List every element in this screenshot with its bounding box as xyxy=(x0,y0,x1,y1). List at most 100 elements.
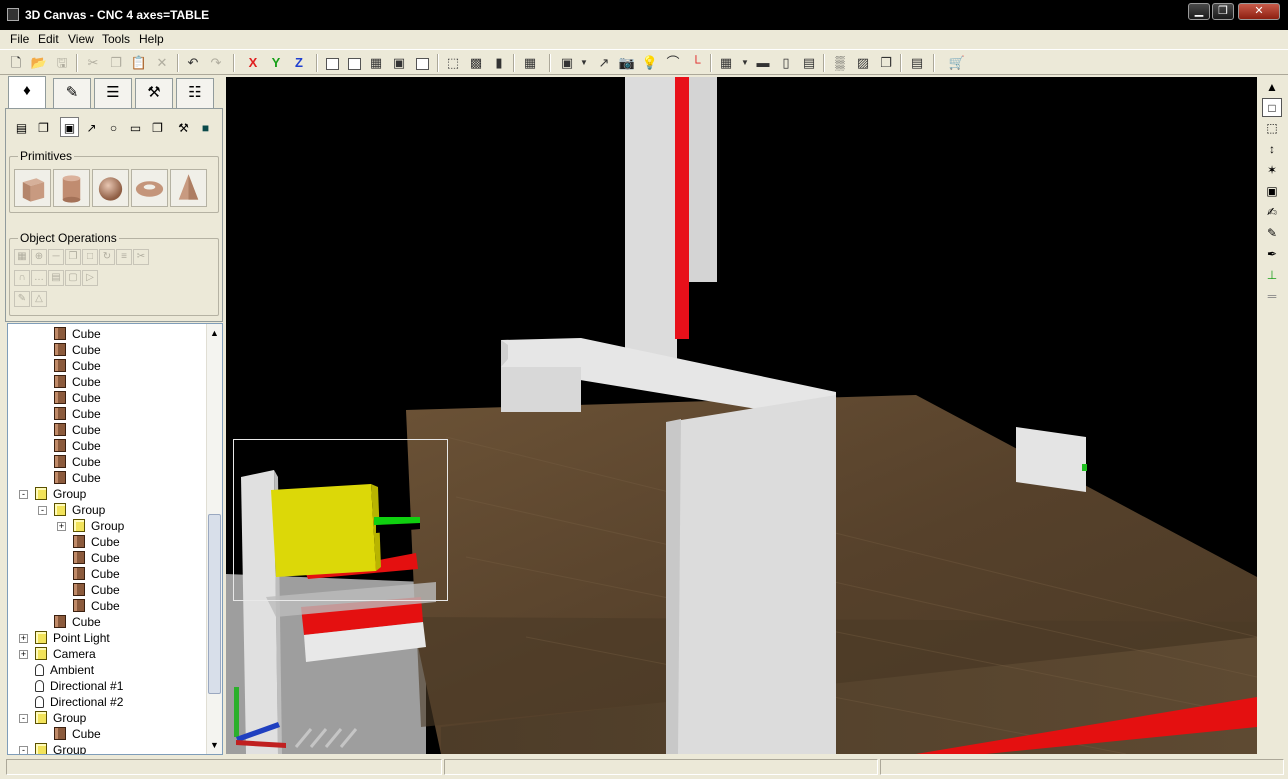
layers-icon[interactable]: ❐ xyxy=(34,117,53,137)
grid-op-icon[interactable]: ▦ xyxy=(14,249,30,265)
camera-tool-icon[interactable]: ▭ xyxy=(126,117,145,137)
mobile-icon[interactable]: ▯ xyxy=(776,53,796,72)
tree-item[interactable]: Camera xyxy=(35,646,96,662)
dots-op-icon[interactable]: … xyxy=(31,270,47,286)
tree-item[interactable]: Cube xyxy=(73,550,120,566)
paste-icon[interactable]: 📋 xyxy=(129,53,149,72)
tree-item[interactable]: Cube xyxy=(73,582,120,598)
object-dropdown-icon[interactable]: ▣ xyxy=(557,53,577,72)
viewport-3d[interactable] xyxy=(226,77,1257,754)
table-op-icon[interactable]: ▤ xyxy=(48,270,64,286)
tree-toggle[interactable]: - xyxy=(19,714,28,723)
scroll-up-icon[interactable]: ▲ xyxy=(210,328,219,338)
tree-item[interactable]: Directional #1 xyxy=(35,678,123,694)
menu-file[interactable]: File xyxy=(8,31,31,47)
bin-icon[interactable]: ▤ xyxy=(799,53,819,72)
scroll-thumb[interactable] xyxy=(208,514,221,694)
frame-op-icon[interactable]: ▢ xyxy=(65,270,81,286)
circle-grid-op-icon[interactable]: ⊕ xyxy=(31,249,47,265)
tree-item[interactable]: Cube xyxy=(54,358,101,374)
cylinder-primitive-button[interactable] xyxy=(53,169,90,207)
disk-icon[interactable]: ▤ xyxy=(12,117,31,137)
undo-icon[interactable]: ↶ xyxy=(183,53,203,72)
menu-view[interactable]: View xyxy=(66,31,96,47)
copy-op-icon[interactable]: ❐ xyxy=(65,249,81,265)
move-vertical-icon[interactable]: ↕ xyxy=(1262,140,1282,159)
select-box-icon[interactable]: □ xyxy=(1262,98,1282,117)
gradient-icon[interactable]: ▒ xyxy=(830,53,850,72)
cart-icon[interactable]: 🛒 xyxy=(947,53,967,72)
tree-item[interactable]: Cube xyxy=(54,406,101,422)
arc-op-icon[interactable]: ∩ xyxy=(14,270,30,286)
menu-tools[interactable]: Tools xyxy=(100,31,132,47)
minimize-button[interactable]: ▁ xyxy=(1188,3,1210,20)
tab-select[interactable]: ♦ xyxy=(8,76,46,109)
chevron-down-icon-2[interactable]: ▼ xyxy=(739,53,751,72)
tab-paint[interactable]: ✎ xyxy=(53,78,91,108)
tree-item[interactable]: Cube xyxy=(54,374,101,390)
windows-icon[interactable]: ❐ xyxy=(876,53,896,72)
tree-toggle[interactable]: - xyxy=(38,506,47,515)
monitor-icon[interactable]: ■ xyxy=(196,117,215,137)
tree-toggle[interactable]: + xyxy=(57,522,66,531)
checker-icon[interactable]: ▦ xyxy=(520,53,540,72)
menu-help[interactable]: Help xyxy=(137,31,166,47)
rotate-op-icon[interactable]: ↻ xyxy=(99,249,115,265)
redo-icon[interactable]: ↷ xyxy=(206,53,226,72)
torus-primitive-button[interactable] xyxy=(131,169,168,207)
cut-icon[interactable]: ✂ xyxy=(83,53,103,72)
landscape-icon[interactable]: ▨ xyxy=(853,53,873,72)
tree-item[interactable]: Group xyxy=(35,710,86,726)
menu-edit[interactable]: Edit xyxy=(36,31,61,47)
chevron-down-icon[interactable]: ▼ xyxy=(578,53,590,72)
joint-tool-icon[interactable]: ↗ xyxy=(82,117,101,137)
marquee-icon[interactable]: ⬚ xyxy=(1262,119,1282,138)
tree-item[interactable]: Cube xyxy=(54,422,101,438)
sphere-primitive-button[interactable] xyxy=(92,169,129,207)
tree-scrollbar[interactable]: ▲ ▼ xyxy=(206,324,222,754)
tree-item[interactable]: Cube xyxy=(54,614,101,630)
paint-bucket-icon[interactable]: ✎ xyxy=(1262,224,1282,243)
box-view-icon[interactable]: ⬚ xyxy=(443,53,463,72)
play-op-icon[interactable]: ▷ xyxy=(82,270,98,286)
camera-icon[interactable]: 📷 xyxy=(617,53,637,72)
cone-primitive-button[interactable] xyxy=(170,169,207,207)
axis-x-button[interactable]: X xyxy=(243,53,263,72)
line-op-icon[interactable]: ─ xyxy=(48,249,64,265)
tree-item[interactable]: Cube xyxy=(73,534,120,550)
tree-item[interactable]: Group xyxy=(73,518,124,534)
axis-z-button[interactable]: Z xyxy=(289,53,309,72)
cone-op-icon[interactable]: △ xyxy=(31,291,47,307)
tree-toggle[interactable]: - xyxy=(19,490,28,499)
eyedropper-icon[interactable]: ✒ xyxy=(1262,245,1282,264)
tab-tools[interactable]: ⚒ xyxy=(135,78,173,108)
texture-view-icon[interactable]: ▩ xyxy=(466,53,486,72)
dup-op-icon[interactable]: ≡ xyxy=(116,249,132,265)
new-file-icon[interactable]: 🗋 xyxy=(6,53,26,72)
tree-item[interactable]: Cube xyxy=(73,598,120,614)
render-icon[interactable]: ▮ xyxy=(489,53,509,72)
tree-toggle[interactable]: - xyxy=(19,746,28,754)
tab-objects[interactable]: ☰ xyxy=(94,78,132,108)
pattern-icon[interactable]: ▦ xyxy=(716,53,736,72)
view-front-icon[interactable] xyxy=(322,53,342,72)
frame-select-icon[interactable]: ▣ xyxy=(1262,182,1282,201)
maximize-button[interactable]: ❐ xyxy=(1212,3,1234,20)
open-folder-icon[interactable]: 📂 xyxy=(29,53,49,72)
tree-item[interactable]: Cube xyxy=(54,454,101,470)
tree-item[interactable]: Cube xyxy=(54,390,101,406)
tree-toggle[interactable]: + xyxy=(19,650,28,659)
pointer-icon[interactable]: ▲ xyxy=(1262,78,1282,97)
cube-primitive-button[interactable] xyxy=(14,169,51,207)
box-op-icon[interactable]: □ xyxy=(82,249,98,265)
scroll-down-icon[interactable]: ▼ xyxy=(210,740,219,750)
curve-icon[interactable]: ⌒ xyxy=(663,53,683,72)
tree-item[interactable]: Point Light xyxy=(35,630,110,646)
view-side-icon[interactable] xyxy=(344,53,364,72)
split-op-icon[interactable]: ✂ xyxy=(133,249,149,265)
axis-y-button[interactable]: Y xyxy=(266,53,286,72)
cube-icon[interactable]: ▣ xyxy=(60,117,79,137)
save-icon[interactable]: 🖫 xyxy=(52,53,72,72)
hammer-tool-icon[interactable]: ⚒ xyxy=(174,117,193,137)
paint-op-icon[interactable]: ✎ xyxy=(14,291,30,307)
